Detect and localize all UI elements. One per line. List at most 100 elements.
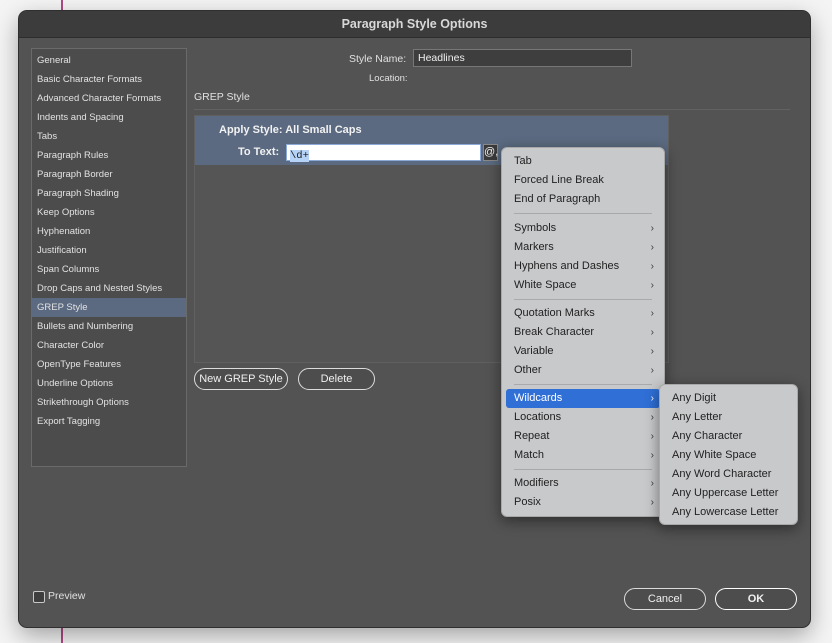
sidebar-item-bullets-and-numbering[interactable]: Bullets and Numbering [32, 317, 186, 336]
section-title: GREP Style [194, 91, 250, 103]
sidebar-item-grep-style[interactable]: GREP Style [32, 298, 186, 317]
chevron-right-icon: › [650, 223, 654, 234]
menu-item-end-of-paragraph[interactable]: End of Paragraph [506, 190, 660, 209]
to-text-label: To Text: [238, 146, 280, 158]
sidebar-item-export-tagging[interactable]: Export Tagging [32, 412, 186, 431]
chevron-right-icon: › [650, 478, 654, 489]
sidebar-item-span-columns[interactable]: Span Columns [32, 260, 186, 279]
menu-item-label: Symbols [514, 222, 557, 234]
menu-item-forced-line-break[interactable]: Forced Line Break [506, 171, 660, 190]
sidebar-item-advanced-character-formats[interactable]: Advanced Character Formats [32, 89, 186, 108]
menu-item-locations[interactable]: Locations › [506, 408, 660, 427]
sidebar-item-general[interactable]: General [32, 51, 186, 70]
chevron-right-icon: › [650, 431, 654, 442]
submenu-item-any-lowercase-letter[interactable]: Any Lowercase Letter [664, 503, 793, 522]
delete-button[interactable]: Delete [298, 368, 375, 390]
submenu-item-any-white-space[interactable]: Any White Space [664, 446, 793, 465]
menu-item-label: Variable [514, 345, 554, 357]
sidebar-item-strikethrough-options[interactable]: Strikethrough Options [32, 393, 186, 412]
wildcards-submenu: Any Digit Any Letter Any Character Any W… [659, 384, 798, 525]
sidebar-item-character-color[interactable]: Character Color [32, 336, 186, 355]
sidebar-item-drop-caps[interactable]: Drop Caps and Nested Styles [32, 279, 186, 298]
section-divider [194, 109, 790, 110]
chevron-right-icon: › [650, 497, 654, 508]
sidebar-item-tabs[interactable]: Tabs [32, 127, 186, 146]
menu-item-repeat[interactable]: Repeat › [506, 427, 660, 446]
sidebar-item-keep-options[interactable]: Keep Options [32, 203, 186, 222]
chevron-right-icon: › [650, 308, 654, 319]
dialog-title: Paragraph Style Options [19, 11, 810, 38]
special-characters-menu: Tab Forced Line Break End of Paragraph S… [501, 147, 665, 517]
menu-item-white-space[interactable]: White Space › [506, 276, 660, 295]
menu-separator [514, 384, 652, 385]
submenu-item-any-uppercase-letter[interactable]: Any Uppercase Letter [664, 484, 793, 503]
chevron-right-icon: › [650, 280, 654, 291]
category-list: General Basic Character Formats Advanced… [31, 48, 187, 467]
sidebar-item-basic-character-formats[interactable]: Basic Character Formats [32, 70, 186, 89]
menu-separator [514, 469, 652, 470]
special-characters-button[interactable]: @, [483, 144, 498, 161]
sidebar-item-hyphenation[interactable]: Hyphenation [32, 222, 186, 241]
grep-expression-text: \d+ [290, 150, 309, 162]
menu-item-label: End of Paragraph [514, 193, 601, 205]
menu-item-label: Match [514, 449, 544, 461]
chevron-right-icon: › [650, 346, 654, 357]
menu-item-label: Hyphens and Dashes [514, 260, 620, 272]
chevron-right-icon: › [650, 365, 654, 376]
menu-separator [514, 299, 652, 300]
menu-item-label: Posix [514, 496, 541, 508]
menu-item-label: Quotation Marks [514, 307, 595, 319]
style-name-label: Style Name: [349, 53, 407, 65]
submenu-item-any-word-character[interactable]: Any Word Character [664, 465, 793, 484]
menu-item-label: Locations [514, 411, 562, 423]
menu-item-label: White Space [514, 279, 577, 291]
sidebar-item-opentype-features[interactable]: OpenType Features [32, 355, 186, 374]
submenu-item-any-letter[interactable]: Any Letter [664, 408, 793, 427]
menu-item-label: Markers [514, 241, 554, 253]
sidebar-item-justification[interactable]: Justification [32, 241, 186, 260]
menu-item-other[interactable]: Other › [506, 361, 660, 380]
menu-item-label: Tab [514, 155, 532, 167]
cancel-button[interactable]: Cancel [624, 588, 706, 610]
chevron-right-icon: › [650, 412, 654, 423]
menu-item-label: Wildcards [514, 392, 563, 404]
sidebar-item-indents-and-spacing[interactable]: Indents and Spacing [32, 108, 186, 127]
chevron-right-icon: › [650, 327, 654, 338]
menu-item-label: Forced Line Break [514, 174, 604, 186]
menu-item-label: Break Character [514, 326, 595, 338]
submenu-item-any-digit[interactable]: Any Digit [664, 389, 793, 408]
sidebar-item-paragraph-border[interactable]: Paragraph Border [32, 165, 186, 184]
menu-item-posix[interactable]: Posix › [506, 493, 660, 512]
style-name-input[interactable]: Headlines [413, 49, 632, 67]
chevron-right-icon: › [650, 242, 654, 253]
sidebar-item-paragraph-rules[interactable]: Paragraph Rules [32, 146, 186, 165]
location-label: Location: [369, 73, 408, 84]
chevron-right-icon: › [650, 450, 654, 461]
preview-label: Preview [48, 590, 86, 602]
menu-item-symbols[interactable]: Symbols › [506, 219, 660, 238]
chevron-right-icon: › [650, 393, 654, 404]
menu-item-tab[interactable]: Tab [506, 152, 660, 171]
chevron-right-icon: › [650, 261, 654, 272]
submenu-item-any-character[interactable]: Any Character [664, 427, 793, 446]
ok-button[interactable]: OK [715, 588, 797, 610]
menu-item-match[interactable]: Match › [506, 446, 660, 465]
apply-style-label[interactable]: Apply Style: All Small Caps [219, 124, 362, 136]
preview-checkbox[interactable] [33, 591, 45, 603]
sidebar-item-underline-options[interactable]: Underline Options [32, 374, 186, 393]
menu-item-quotation-marks[interactable]: Quotation Marks › [506, 304, 660, 323]
sidebar-item-paragraph-shading[interactable]: Paragraph Shading [32, 184, 186, 203]
menu-item-markers[interactable]: Markers › [506, 238, 660, 257]
menu-item-label: Modifiers [514, 477, 559, 489]
menu-item-wildcards[interactable]: Wildcards › [506, 389, 660, 408]
grep-expression-input[interactable]: \d+ [286, 144, 481, 162]
menu-separator [514, 213, 652, 214]
menu-item-break-character[interactable]: Break Character › [506, 323, 660, 342]
menu-item-modifiers[interactable]: Modifiers › [506, 474, 660, 493]
menu-item-variable[interactable]: Variable › [506, 342, 660, 361]
menu-item-hyphens-and-dashes[interactable]: Hyphens and Dashes › [506, 257, 660, 276]
menu-item-label: Repeat [514, 430, 550, 442]
menu-item-label: Other [514, 364, 542, 376]
new-grep-style-button[interactable]: New GREP Style [194, 368, 288, 390]
paragraph-style-options-dialog: Paragraph Style Options General Basic Ch… [19, 11, 810, 627]
